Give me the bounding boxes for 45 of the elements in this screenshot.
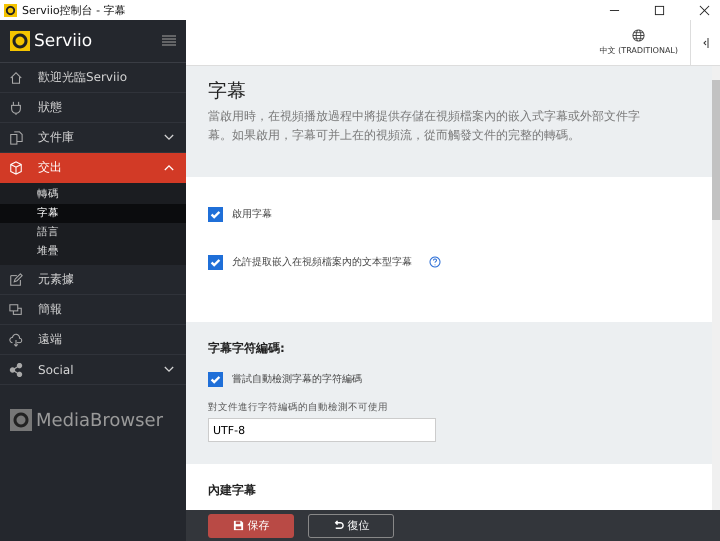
logo-icon xyxy=(10,31,30,51)
docs-icon xyxy=(9,130,23,144)
subnav-item[interactable]: 語言 xyxy=(0,223,186,242)
page-description: 當啟用時，在視頻播放過程中將提供存儲在視頻檔案內的嵌入式字幕或外部文件字幕。如果啟用，字幕可并上在的視頻流，從而觸發文件的完整的轉碼。 xyxy=(208,108,641,144)
subnav-item[interactable]: 字幕 xyxy=(0,204,186,223)
checkbox-label: 嘗試自動檢測字幕的字符編碼 xyxy=(232,372,362,386)
checkbox-label: 允許提取嵌入在視頻檔案內的文本型字幕 xyxy=(232,256,412,269)
nav-item[interactable]: 交出 xyxy=(0,153,186,183)
mediabrowser-logo: MediaBrowser xyxy=(36,410,164,430)
subnav-item[interactable]: 堆疊 xyxy=(0,242,186,261)
cloud-icon xyxy=(9,332,23,346)
checkbox[interactable] xyxy=(208,372,223,386)
globe-icon xyxy=(632,29,646,42)
plug-icon xyxy=(9,100,23,114)
section-heading: 字幕字符編碼: xyxy=(208,340,286,357)
scrollbar[interactable] xyxy=(712,66,720,510)
scrollbar-thumb[interactable] xyxy=(712,80,720,220)
edit-icon xyxy=(9,272,23,286)
box-icon xyxy=(9,160,23,174)
checkbox-label: 啟用字幕 xyxy=(232,208,272,221)
page-title: 字幕 xyxy=(208,79,247,104)
screens-icon xyxy=(9,302,23,316)
share-icon xyxy=(9,362,23,376)
collapse-icon xyxy=(702,36,710,48)
field-label: 對文件進行字符編碼的自動檢測不可使用 xyxy=(208,401,389,414)
mediabrowser-logo-icon xyxy=(10,409,32,431)
app-logo: Serviio xyxy=(34,31,92,51)
checkbox[interactable] xyxy=(208,206,223,222)
close-icon[interactable] xyxy=(699,4,710,16)
menu-icon[interactable] xyxy=(162,35,176,47)
encoding-field[interactable]: UTF-8 xyxy=(208,418,436,442)
floppy-icon xyxy=(232,520,244,531)
save-button[interactable]: 保存 xyxy=(208,514,294,538)
maximize-icon[interactable] xyxy=(654,4,665,16)
reset-button[interactable]: 復位 xyxy=(308,514,394,538)
nav-item[interactable]: Social xyxy=(0,355,186,385)
undo-icon xyxy=(332,520,344,531)
section-heading: 內建字幕 xyxy=(208,482,257,499)
subnav-item[interactable]: 轉碼 xyxy=(0,185,186,204)
language-selector[interactable]: 中文 (TRADITIONAL) xyxy=(600,20,690,65)
window-title: Serviio控制台 - 字幕 xyxy=(22,2,126,18)
app-icon xyxy=(4,4,17,16)
help-icon[interactable] xyxy=(429,256,441,268)
home-icon xyxy=(9,70,23,84)
checkbox[interactable] xyxy=(208,254,223,270)
